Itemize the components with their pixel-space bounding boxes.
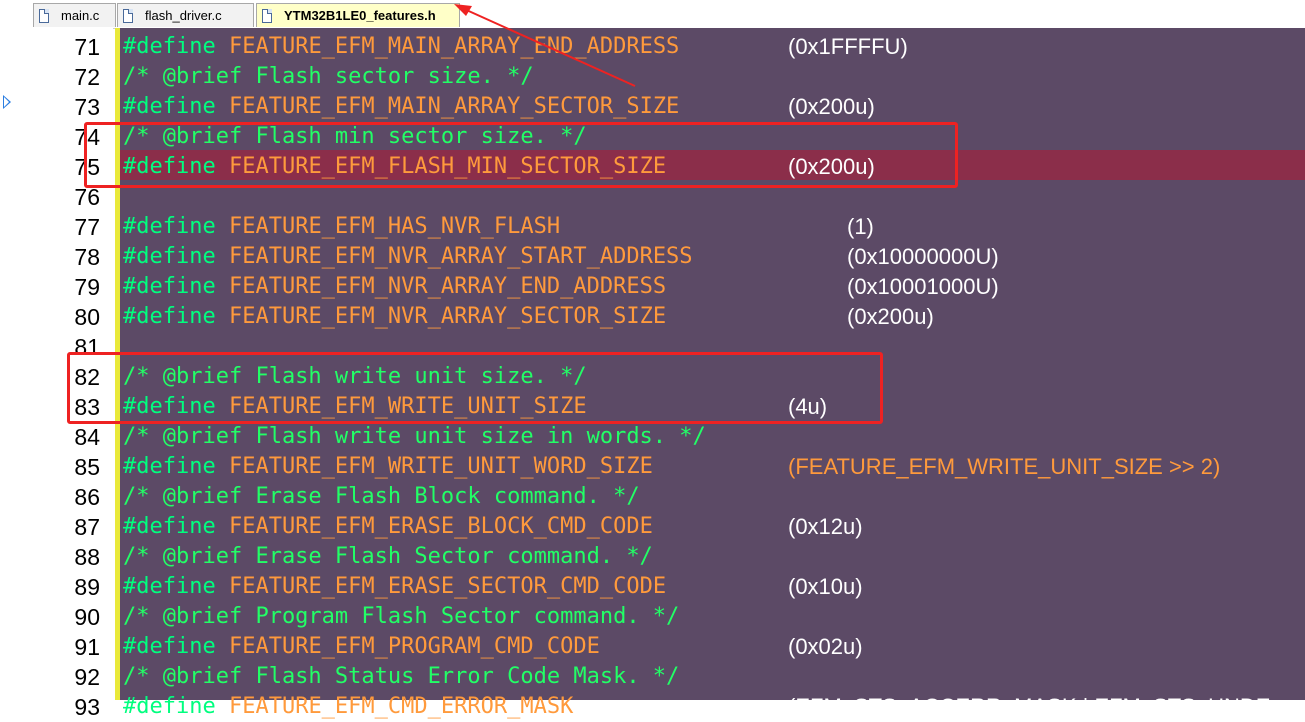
line-number: 77 (74, 214, 100, 240)
define-keyword: #define (123, 694, 216, 719)
define-statement: #define FEATURE_EFM_ERASE_BLOCK_CMD_CODE (123, 512, 653, 542)
code-line[interactable]: 80 #define FEATURE_EFM_NVR_ARRAY_SECTOR_S… (0, 302, 1305, 332)
define-keyword: #define (123, 514, 216, 539)
file-icon (123, 8, 133, 23)
code-line[interactable]: 85 #define FEATURE_EFM_WRITE_UNIT_WORD_SI… (0, 452, 1305, 482)
macro-name: FEATURE_EFM_NVR_ARRAY_END_ADDRESS (228, 274, 667, 299)
tab-label: YTM32B1LE0_features.h (284, 8, 436, 23)
define-keyword: #define (123, 634, 216, 659)
code-line[interactable]: 93 #define FEATURE_EFM_CMD_ERROR_MASK (EFM… (0, 692, 1305, 722)
tab-ytm32b1le0-features-h[interactable]: YTM32B1LE0_features.h (256, 3, 460, 27)
define-statement: #define FEATURE_EFM_NVR_ARRAY_END_ADDRES… (123, 272, 666, 302)
comment: /* @brief Program Flash Sector command. … (123, 604, 680, 629)
macro-value: (0x02u) (788, 634, 863, 659)
line-number: 91 (74, 634, 100, 660)
macro-name: FEATURE_EFM_PROGRAM_CMD_CODE (228, 634, 600, 659)
tab-main-c[interactable]: main.c (33, 3, 116, 27)
comment: /* @brief Flash Status Error Code Mask. … (123, 664, 680, 689)
annotation-arrow (454, 4, 636, 87)
define-statement: #define FEATURE_EFM_CMD_ERROR_MASK (123, 692, 573, 722)
define-keyword: #define (123, 274, 216, 299)
file-icon (262, 8, 272, 23)
line-number: 84 (74, 424, 100, 450)
line-number: 78 (74, 244, 100, 270)
macro-value: (0x10001000U) (847, 274, 999, 299)
define-keyword: #define (123, 454, 216, 479)
code-line[interactable]: 84 /* @brief Flash write unit size in wor… (0, 422, 1305, 452)
define-statement: #define FEATURE_EFM_ERASE_SECTOR_CMD_COD… (123, 572, 666, 602)
comment: /* @brief Erase Flash Block command. */ (123, 484, 640, 509)
define-keyword: #define (123, 94, 216, 119)
line-number: 73 (74, 94, 100, 120)
file-icon (39, 8, 49, 23)
code-line[interactable]: 86 /* @brief Erase Flash Block command. *… (0, 482, 1305, 512)
define-keyword: #define (123, 34, 216, 59)
macro-name: FEATURE_EFM_NVR_ARRAY_SECTOR_SIZE (228, 304, 667, 329)
line-number: 71 (74, 34, 100, 60)
macro-value: (0x12u) (788, 514, 863, 539)
line-number: 90 (74, 604, 100, 630)
macro-name: FEATURE_EFM_WRITE_UNIT_WORD_SIZE (228, 454, 653, 479)
macro-value: (0x1FFFFU) (788, 34, 908, 59)
annotation-box-min-sector (84, 122, 958, 188)
macro-value: (EFM_STS_ACCERR_MASK | EFM_STS_UNDE (788, 694, 1271, 719)
comment: /* @brief Flash write unit size in words… (123, 424, 706, 449)
line-number: 72 (74, 64, 100, 90)
line-number: 85 (74, 454, 100, 480)
code-line[interactable]: 79 #define FEATURE_EFM_NVR_ARRAY_END_ADDR… (0, 272, 1305, 302)
macro-value: (1) (847, 214, 874, 239)
macro-name: FEATURE_EFM_CMD_ERROR_MASK (228, 694, 574, 719)
define-statement: #define FEATURE_EFM_NVR_ARRAY_START_ADDR… (123, 242, 693, 272)
line-number: 93 (74, 694, 100, 720)
define-keyword: #define (123, 304, 216, 329)
code-line[interactable]: 90 /* @brief Program Flash Sector command… (0, 602, 1305, 632)
macro-name: FEATURE_EFM_NVR_ARRAY_START_ADDRESS (228, 244, 693, 269)
tab-label: main.c (61, 8, 100, 23)
macro-name: FEATURE_EFM_HAS_NVR_FLASH (228, 214, 561, 239)
code-line[interactable]: 91 #define FEATURE_EFM_PROGRAM_CMD_CODE (0… (0, 632, 1305, 662)
macro-value: (0x10u) (788, 574, 863, 599)
code-line[interactable]: 89 #define FEATURE_EFM_ERASE_SECTOR_CMD_C… (0, 572, 1305, 602)
code-line[interactable]: 88 /* @brief Erase Flash Sector command. … (0, 542, 1305, 572)
define-statement: #define FEATURE_EFM_HAS_NVR_FLASH (123, 212, 560, 242)
line-number: 92 (74, 664, 100, 690)
macro-value: (FEATURE_EFM_WRITE_UNIT_SIZE >> 2) (788, 454, 1221, 479)
code-line[interactable]: 78 #define FEATURE_EFM_NVR_ARRAY_START_AD… (0, 242, 1305, 272)
define-keyword: #define (123, 214, 216, 239)
macro-value: (0x200u) (788, 94, 875, 119)
line-number: 80 (74, 304, 100, 330)
tab-flash-driver-c[interactable]: flash_driver.c (117, 3, 254, 27)
line-number: 86 (74, 484, 100, 510)
define-keyword: #define (123, 574, 216, 599)
define-statement: #define FEATURE_EFM_WRITE_UNIT_WORD_SIZE (123, 452, 653, 482)
macro-name: FEATURE_EFM_ERASE_SECTOR_CMD_CODE (228, 574, 667, 599)
line-number: 89 (74, 574, 100, 600)
macro-value: (0x10000000U) (847, 244, 999, 269)
line-number: 87 (74, 514, 100, 540)
define-keyword: #define (123, 244, 216, 269)
code-line[interactable]: 77 #define FEATURE_EFM_HAS_NVR_FLASH (1) (0, 212, 1305, 242)
define-statement: #define FEATURE_EFM_NVR_ARRAY_SECTOR_SIZ… (123, 302, 666, 332)
code-line[interactable]: 92 /* @brief Flash Status Error Code Mask… (0, 662, 1305, 692)
define-statement: #define FEATURE_EFM_PROGRAM_CMD_CODE (123, 632, 600, 662)
macro-value: (0x200u) (847, 304, 934, 329)
tab-label: flash_driver.c (145, 8, 222, 23)
code-line[interactable]: 87 #define FEATURE_EFM_ERASE_BLOCK_CMD_CO… (0, 512, 1305, 542)
annotation-box-write-unit (67, 352, 883, 424)
line-number: 79 (74, 274, 100, 300)
comment: /* @brief Erase Flash Sector command. */ (123, 544, 653, 569)
line-number: 88 (74, 544, 100, 570)
macro-name: FEATURE_EFM_ERASE_BLOCK_CMD_CODE (228, 514, 653, 539)
